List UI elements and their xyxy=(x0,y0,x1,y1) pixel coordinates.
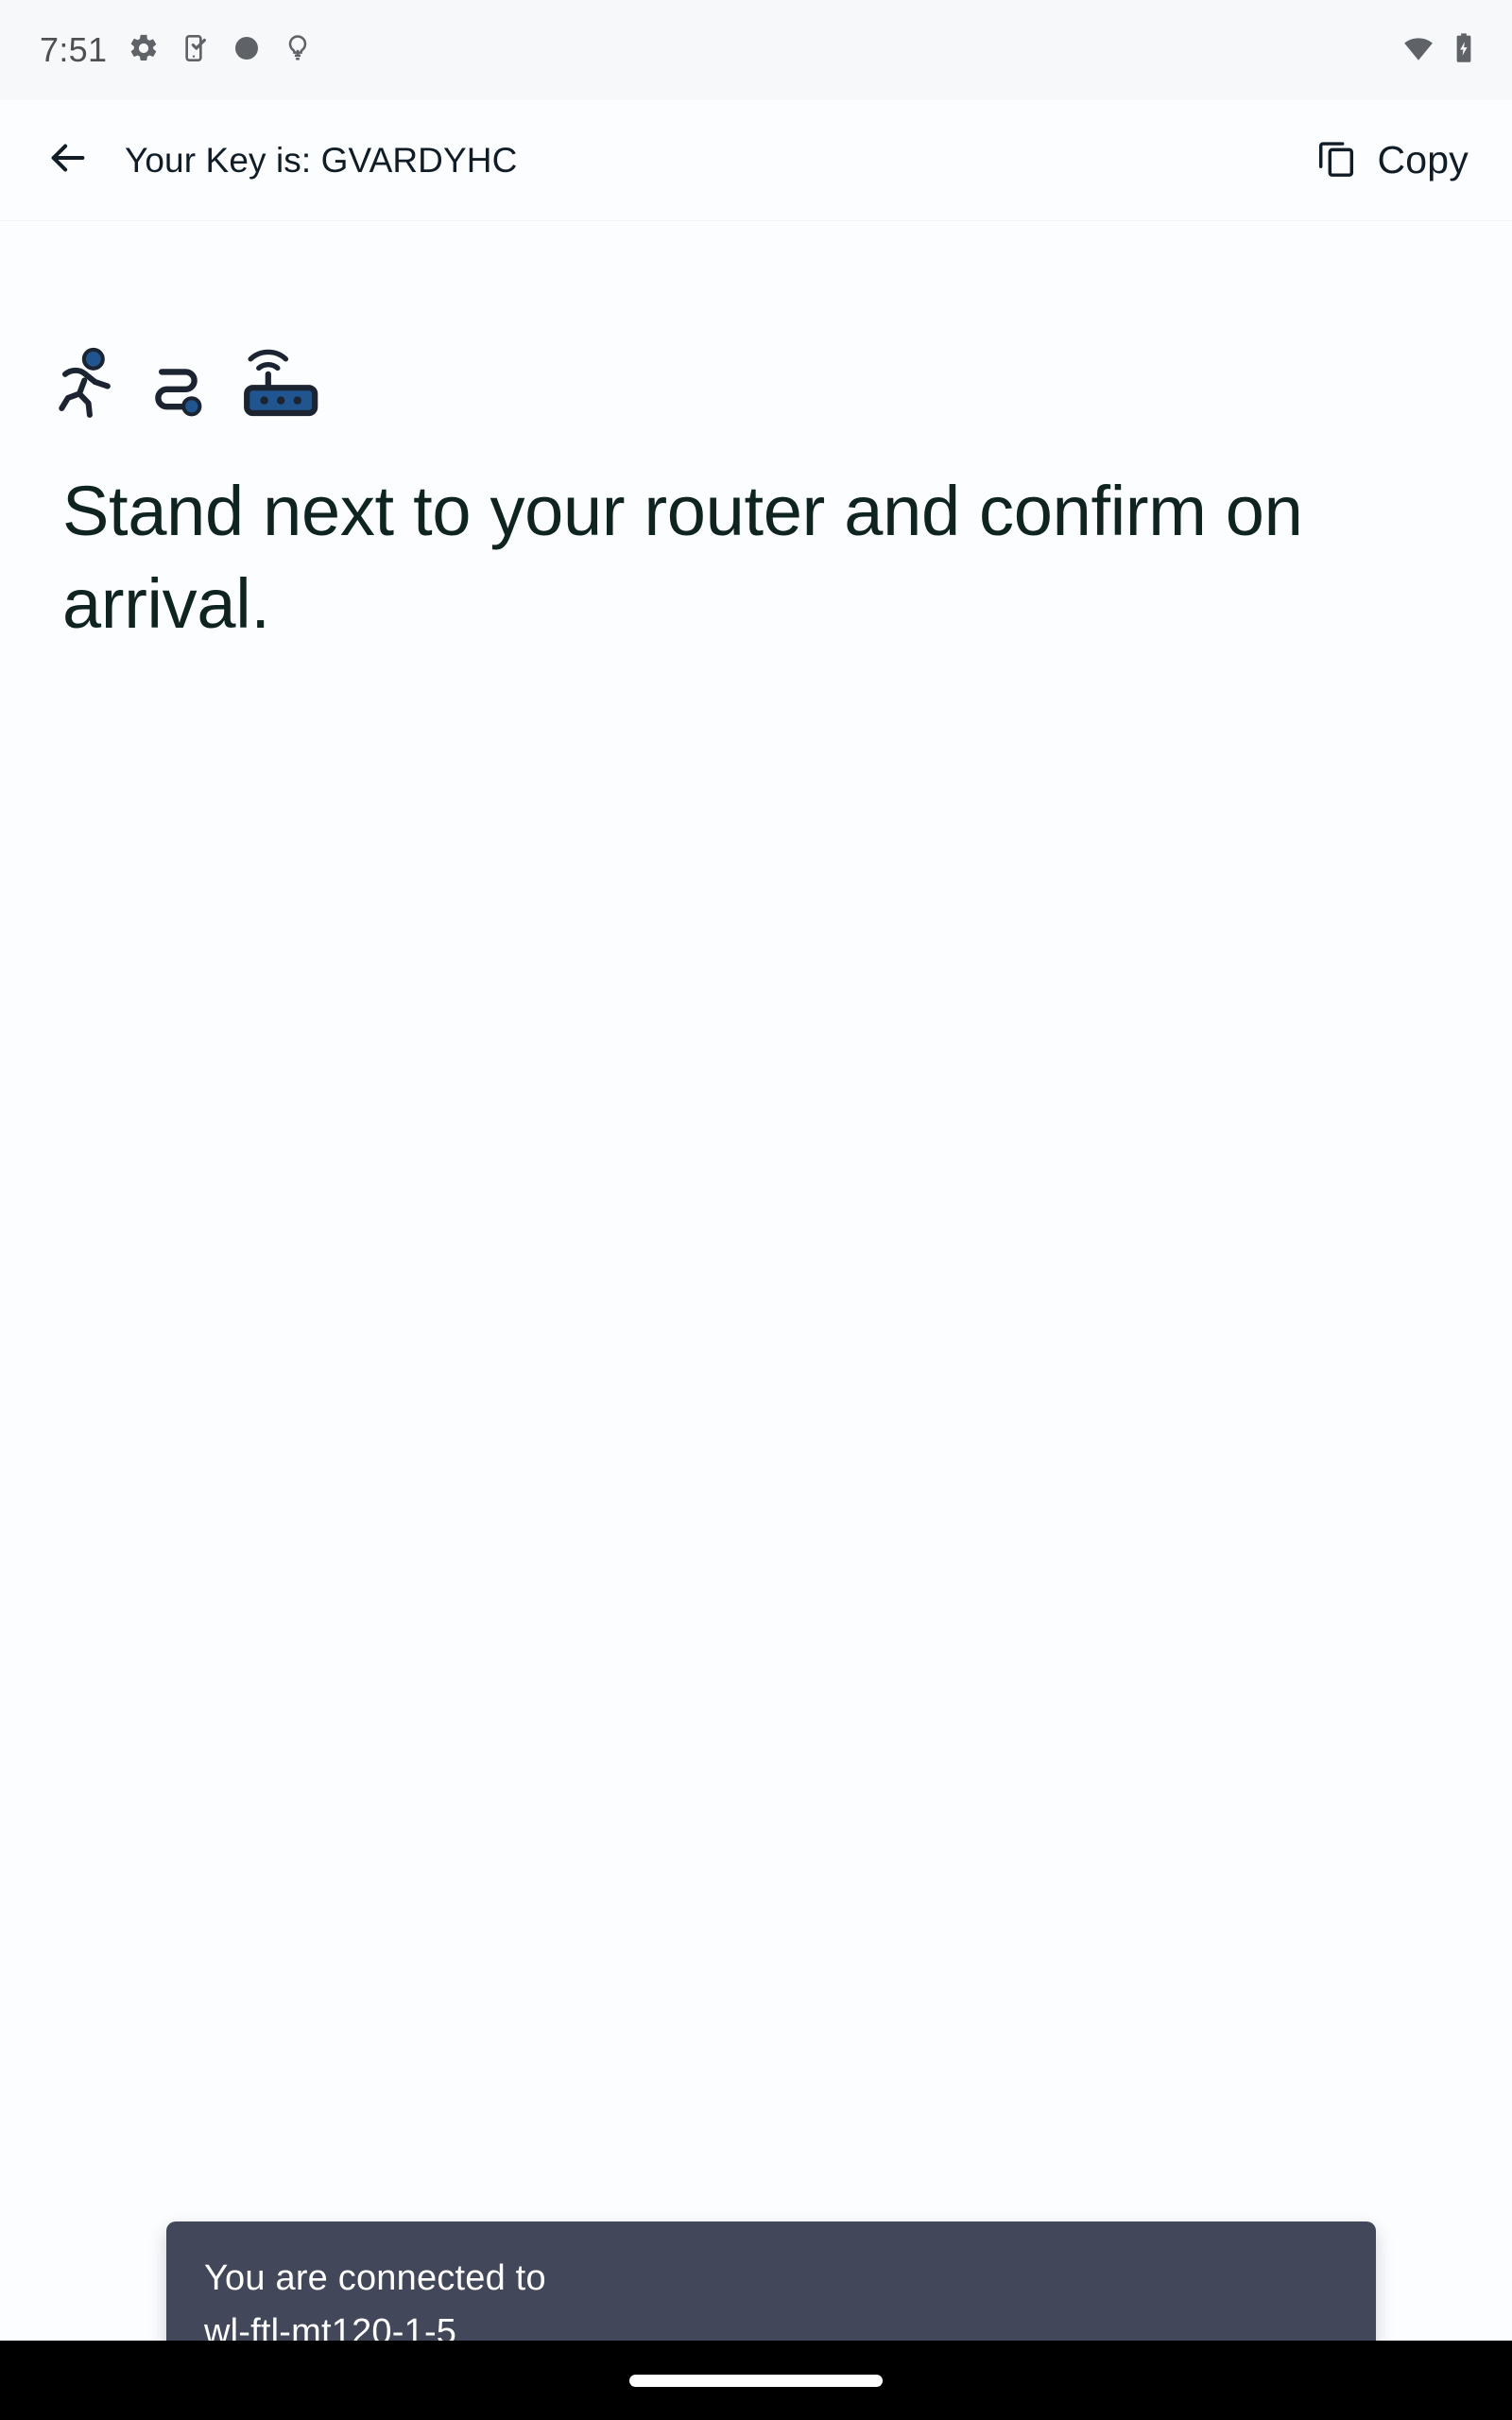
winding-path-icon xyxy=(149,356,212,424)
status-bar: 7:51 xyxy=(0,0,1512,100)
phone-check-icon xyxy=(180,33,211,68)
app-bar: Your Key is: GVARDYHC Copy xyxy=(0,100,1512,221)
home-gesture-pill[interactable] xyxy=(629,2374,883,2387)
status-bar-right xyxy=(1402,32,1476,69)
running-person-icon xyxy=(55,345,119,424)
phone-screen: 7:51 Your Key is: GVARDYHC Copy Stand ne… xyxy=(0,0,1512,2420)
status-bar-left: 7:51 xyxy=(40,30,313,70)
wifi-icon xyxy=(1402,32,1435,69)
headline-text: Stand next to your router and confirm on… xyxy=(62,472,1303,643)
copy-icon xyxy=(1314,136,1358,184)
step-icon-row xyxy=(55,344,1476,424)
page-title: Your Key is: GVARDYHC xyxy=(125,140,518,180)
copy-button-label: Copy xyxy=(1377,138,1469,182)
router-wifi-icon xyxy=(242,337,321,424)
back-arrow-icon xyxy=(46,136,90,184)
copy-button[interactable]: Copy xyxy=(1305,127,1480,194)
main-content: Stand next to your router and confirm on… xyxy=(0,221,1512,2420)
status-time: 7:51 xyxy=(40,30,108,69)
battery-charging-icon xyxy=(1452,32,1476,69)
gear-icon xyxy=(128,32,160,69)
toast-line-1: You are connected to xyxy=(204,2258,546,2298)
back-button[interactable] xyxy=(32,125,104,197)
circle-icon xyxy=(232,33,262,68)
lightbulb-icon xyxy=(283,33,313,68)
system-navigation-bar xyxy=(0,2341,1512,2420)
